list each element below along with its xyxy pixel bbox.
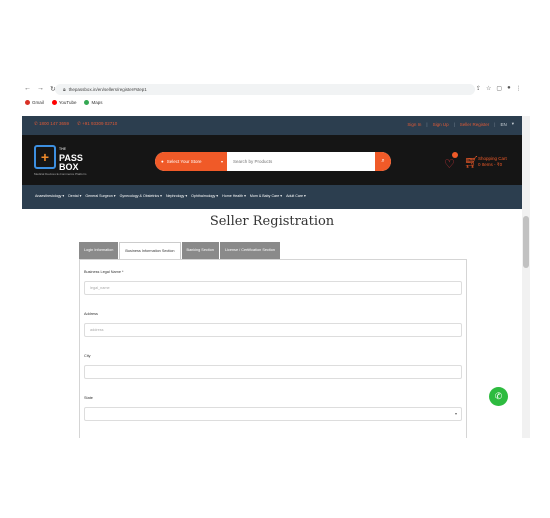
category-dental[interactable]: Dental ▾ bbox=[68, 194, 81, 198]
category-mom-baby[interactable]: Mom & Baby Care ▾ bbox=[250, 194, 282, 198]
business-name-label: Business Legal Name * bbox=[84, 270, 124, 274]
whatsapp-chat-button[interactable]: ✆ bbox=[489, 387, 508, 406]
bookmarks-bar: Gmail YouTube Maps bbox=[25, 100, 102, 105]
browser-nav-controls: ← → ↻ bbox=[24, 85, 56, 93]
scrollbar-thumb[interactable] bbox=[523, 216, 529, 268]
cart-icon[interactable]: 🛒︎ bbox=[464, 155, 479, 169]
business-info-form: Business Legal Name * Address City State… bbox=[79, 259, 467, 438]
address-label: Address bbox=[84, 312, 98, 316]
store-select-label: Select Your Store bbox=[166, 159, 202, 164]
whatsapp-icon: ✆ bbox=[494, 391, 503, 401]
bookmark-gmail[interactable]: Gmail bbox=[25, 100, 44, 105]
sign-in-link[interactable]: Sign In bbox=[407, 122, 421, 127]
back-icon[interactable]: ← bbox=[24, 85, 31, 93]
category-anaesthesiology[interactable]: Anaesthesiology ▾ bbox=[35, 194, 64, 198]
language-selector[interactable]: EN bbox=[500, 122, 506, 127]
logo-wordmark: THE PASS BOX bbox=[59, 145, 83, 172]
state-select[interactable]: ▾ bbox=[84, 407, 462, 421]
category-general-surgeon[interactable]: General Surgeon ▾ bbox=[85, 194, 115, 198]
category-gynecology[interactable]: Gynecology & Obstetrics ▾ bbox=[120, 194, 162, 198]
chevron-down-icon[interactable]: ▾ bbox=[512, 121, 514, 127]
maps-icon bbox=[84, 100, 90, 105]
sign-up-link[interactable]: Sign Up bbox=[433, 122, 449, 127]
site-logo[interactable]: + THE PASS BOX Medical Devices E-Commerc… bbox=[34, 143, 94, 179]
phone-link-1[interactable]: ✆ 1800 147 3659 bbox=[34, 121, 69, 127]
top-bar: ✆ 1800 147 3659 ✆ +91 93309 02710 Sign I… bbox=[22, 116, 522, 135]
city-input[interactable] bbox=[84, 365, 462, 379]
phone-link-2[interactable]: ✆ +91 93309 02710 bbox=[77, 121, 117, 127]
site-header: + THE PASS BOX Medical Devices E-Commerc… bbox=[22, 135, 522, 185]
divider: | bbox=[494, 121, 496, 127]
store-select[interactable]: ● Select Your Store ▾ bbox=[155, 152, 227, 171]
star-icon[interactable]: ☆ bbox=[486, 85, 491, 92]
page-scrollbar[interactable] bbox=[522, 116, 530, 438]
wishlist-badge bbox=[452, 152, 458, 158]
gmail-icon bbox=[25, 100, 30, 105]
tab-login-information[interactable]: Login Information bbox=[79, 242, 119, 259]
divider: | bbox=[426, 121, 428, 127]
city-label: City bbox=[84, 354, 91, 358]
category-nephrology[interactable]: Nephrology ▾ bbox=[166, 194, 187, 198]
search-bar: ●Select Your Store ▾ ⌕ bbox=[155, 152, 391, 171]
bookmark-maps[interactable]: Maps bbox=[84, 100, 102, 105]
location-pin-icon: ● bbox=[161, 159, 164, 164]
cart-summary[interactable]: Shopping Cart 0 Items - ₹0 bbox=[478, 156, 507, 168]
registration-tabs: Login Information Business Information S… bbox=[79, 242, 281, 259]
browser-window: ← → ↻ 🔒︎ thepassbox.in/en/sellers/registe… bbox=[22, 80, 530, 438]
logo-mark-icon: + bbox=[34, 145, 56, 169]
address-bar[interactable]: 🔒︎ thepassbox.in/en/sellers/register#step… bbox=[55, 84, 475, 95]
account-links: Sign In | Sign Up | Seller Register | EN… bbox=[407, 121, 514, 127]
browser-chrome: ← → ↻ 🔒︎ thepassbox.in/en/sellers/registe… bbox=[22, 80, 530, 113]
logo-tagline: Medical Devices E-Commerce Platform bbox=[34, 172, 87, 176]
contact-numbers: ✆ 1800 147 3659 ✆ +91 93309 02710 bbox=[34, 121, 117, 127]
business-name-input[interactable] bbox=[84, 281, 462, 295]
share-icon[interactable]: ⇪ bbox=[476, 85, 481, 92]
search-button[interactable]: ⌕ bbox=[375, 152, 391, 171]
browser-actions: ⇪ ☆ ▢ ● ⋮ bbox=[476, 85, 522, 92]
category-ophthalmology[interactable]: Ophthalmology ▾ bbox=[191, 194, 218, 198]
lock-icon: 🔒︎ bbox=[63, 87, 66, 93]
address-input[interactable] bbox=[84, 323, 462, 337]
state-label: State bbox=[84, 396, 93, 400]
logo-line-2: BOX bbox=[59, 162, 79, 172]
tab-license-certification[interactable]: License / Certification Section bbox=[219, 242, 281, 259]
chevron-down-icon: ▾ bbox=[454, 411, 457, 416]
address-text: thepassbox.in/en/sellers/register#step1 bbox=[68, 87, 147, 92]
chevron-down-icon: ▾ bbox=[220, 159, 223, 164]
divider: | bbox=[453, 121, 455, 127]
youtube-icon bbox=[51, 100, 57, 105]
cart-count: 0 Items - ₹0 bbox=[478, 162, 503, 167]
extensions-icon[interactable]: ▢ bbox=[496, 85, 502, 92]
tab-banking[interactable]: Banking Section bbox=[181, 242, 219, 259]
category-home-health[interactable]: Home Health ▾ bbox=[222, 194, 246, 198]
seller-register-link[interactable]: Seller Register bbox=[460, 122, 490, 127]
bookmark-youtube[interactable]: YouTube bbox=[51, 100, 76, 105]
category-nav: Anaesthesiology ▾ Dental ▾ General Surge… bbox=[22, 185, 522, 209]
forward-icon[interactable]: → bbox=[37, 85, 44, 93]
profile-icon[interactable]: ● bbox=[507, 85, 511, 92]
category-list: Anaesthesiology ▾ Dental ▾ General Surge… bbox=[35, 194, 306, 198]
wishlist-heart-icon[interactable]: ♡ bbox=[444, 157, 455, 171]
page-title: Seller Registration bbox=[209, 214, 335, 229]
search-input[interactable] bbox=[233, 152, 373, 171]
menu-dots-icon[interactable]: ⋮ bbox=[516, 85, 522, 92]
search-icon: ⌕ bbox=[381, 158, 385, 164]
tab-business-information[interactable]: Business Information Section bbox=[119, 242, 181, 259]
category-adult-care[interactable]: Adult Care ▾ bbox=[286, 194, 306, 198]
